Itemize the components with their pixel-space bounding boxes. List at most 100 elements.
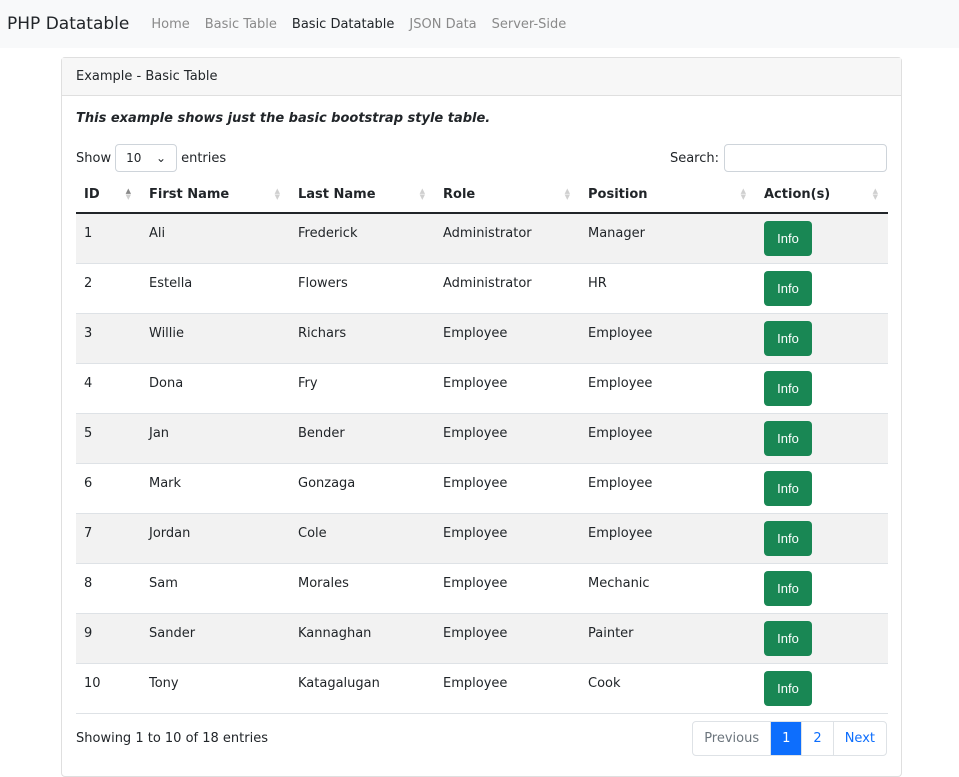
info-button[interactable]: Info	[764, 221, 812, 256]
table-cell: 7	[76, 513, 141, 564]
table-cell: 4	[76, 363, 141, 414]
column-label: First Name	[149, 186, 230, 202]
action-cell: Info	[756, 213, 888, 264]
table-cell: Jan	[141, 413, 290, 464]
table-row: 9 Sander Kannaghan Employee Painter Info	[76, 613, 888, 664]
entries-select[interactable]: 10 ⌄	[115, 144, 178, 172]
action-cell: Info	[756, 263, 888, 314]
nav-json-data[interactable]: JSON Data	[409, 17, 476, 32]
table-cell: Sam	[141, 563, 290, 614]
table-cell: Mark	[141, 463, 290, 514]
next-button[interactable]: Next	[832, 721, 886, 755]
table-cell: Employee	[435, 513, 580, 564]
sort-icon: ▲ ▼	[564, 187, 570, 201]
table-cell: 9	[76, 613, 141, 664]
pagination: Previous 1 2 Next	[692, 720, 887, 756]
table-cell: HR	[580, 263, 756, 314]
table-cell: Gonzaga	[290, 463, 435, 514]
table-cell: Employee	[435, 663, 580, 714]
page-1-button[interactable]: 1	[770, 721, 802, 755]
info-button[interactable]: Info	[764, 420, 812, 456]
table-cell: Fry	[290, 363, 435, 414]
table-cell: Kannaghan	[290, 613, 435, 664]
column-label: Position	[588, 186, 648, 202]
table-row: 4 Dona Fry Employee Employee Info	[76, 363, 888, 414]
info-button[interactable]: Info	[764, 620, 812, 656]
table-cell: Employee	[435, 463, 580, 514]
table-cell: Richars	[290, 313, 435, 364]
page-2-button[interactable]: 2	[801, 721, 832, 755]
table-row: 7 Jordan Cole Employee Employee Info	[76, 513, 888, 564]
table-cell: Tony	[141, 663, 290, 714]
brand[interactable]: PHP Datatable	[7, 14, 129, 34]
action-cell: Info	[756, 413, 888, 464]
card-title: Example - Basic Table	[62, 58, 901, 96]
nav-home[interactable]: Home	[151, 17, 189, 32]
info-button[interactable]: Info	[764, 370, 812, 406]
table-row: 8 Sam Morales Employee Mechanic Info	[76, 563, 888, 614]
table-cell: 1	[76, 213, 141, 264]
table-cell: 6	[76, 463, 141, 514]
column-header[interactable]: ID ▲ ▼	[76, 176, 141, 214]
info-button[interactable]: Info	[764, 470, 812, 506]
table-cell: Sander	[141, 613, 290, 664]
table-cell: Frederick	[290, 213, 435, 264]
entries-label: entries	[181, 150, 227, 166]
table-cell: Morales	[290, 563, 435, 614]
info-button[interactable]: Info	[764, 320, 812, 356]
sort-icon: ▲ ▼	[419, 187, 425, 201]
action-cell: Info	[756, 513, 888, 564]
table-cell: Administrator	[435, 263, 580, 314]
search-input[interactable]	[724, 144, 887, 172]
action-cell: Info	[756, 663, 888, 714]
table-cell: Employee	[580, 463, 756, 514]
card: Example - Basic Table This example shows…	[61, 57, 902, 777]
action-cell: Info	[756, 363, 888, 414]
info-button[interactable]: Info	[764, 570, 812, 606]
chevron-down-icon: ⌄	[156, 151, 167, 165]
column-header[interactable]: Role ▲ ▼	[435, 176, 580, 214]
entries-value: 10	[126, 151, 142, 165]
table-cell: Katagalugan	[290, 663, 435, 714]
table-row: 5 Jan Bender Employee Employee Info	[76, 413, 888, 464]
data-table: ID ▲ ▼ First Name ▲ ▼ Last Name ▲ ▼ Role ▲ ▼ Positio…	[76, 176, 888, 714]
table-row: 10 Tony Katagalugan Employee Cook Info	[76, 663, 888, 714]
action-cell: Info	[756, 563, 888, 614]
sort-icon: ▲ ▼	[274, 187, 280, 201]
table-cell: Employee	[435, 613, 580, 664]
column-header[interactable]: Last Name ▲ ▼	[290, 176, 435, 214]
nav-server-side[interactable]: Server-Side	[492, 17, 567, 32]
column-header[interactable]: First Name ▲ ▼	[141, 176, 290, 214]
table-info: Showing 1 to 10 of 18 entries	[76, 730, 268, 746]
table-cell: Willie	[141, 313, 290, 364]
info-button[interactable]: Info	[764, 520, 812, 556]
column-header[interactable]: Action(s) ▲ ▼	[756, 176, 888, 214]
table-cell: 2	[76, 263, 141, 314]
description: This example shows just the basic bootst…	[76, 111, 491, 126]
info-button[interactable]: Info	[764, 270, 812, 306]
table-cell: Mechanic	[580, 563, 756, 614]
column-label: ID	[84, 186, 100, 202]
nav-basic-datatable[interactable]: Basic Datatable	[292, 17, 395, 32]
column-label: Last Name	[298, 186, 376, 202]
table-row: 3 Willie Richars Employee Employee Info	[76, 313, 888, 364]
table-cell: Employee	[435, 313, 580, 364]
show-label: Show	[76, 150, 112, 166]
table-cell: Employee	[580, 513, 756, 564]
nav-basic-table[interactable]: Basic Table	[205, 17, 277, 32]
table-cell: Ali	[141, 213, 290, 264]
table-cell: 5	[76, 413, 141, 464]
table-cell: Flowers	[290, 263, 435, 314]
action-cell: Info	[756, 613, 888, 664]
column-header[interactable]: Position ▲ ▼	[580, 176, 756, 214]
table-cell: Dona	[141, 363, 290, 414]
table-cell: Employee	[580, 363, 756, 414]
action-cell: Info	[756, 313, 888, 364]
previous-button[interactable]: Previous	[693, 722, 770, 755]
navbar: PHP Datatable Home Basic Table Basic Dat…	[0, 0, 959, 48]
info-button[interactable]: Info	[764, 670, 812, 706]
table-cell: Employee	[435, 563, 580, 614]
table-cell: Bender	[290, 413, 435, 464]
sort-icon: ▲ ▼	[740, 187, 746, 201]
table-cell: Cook	[580, 663, 756, 714]
